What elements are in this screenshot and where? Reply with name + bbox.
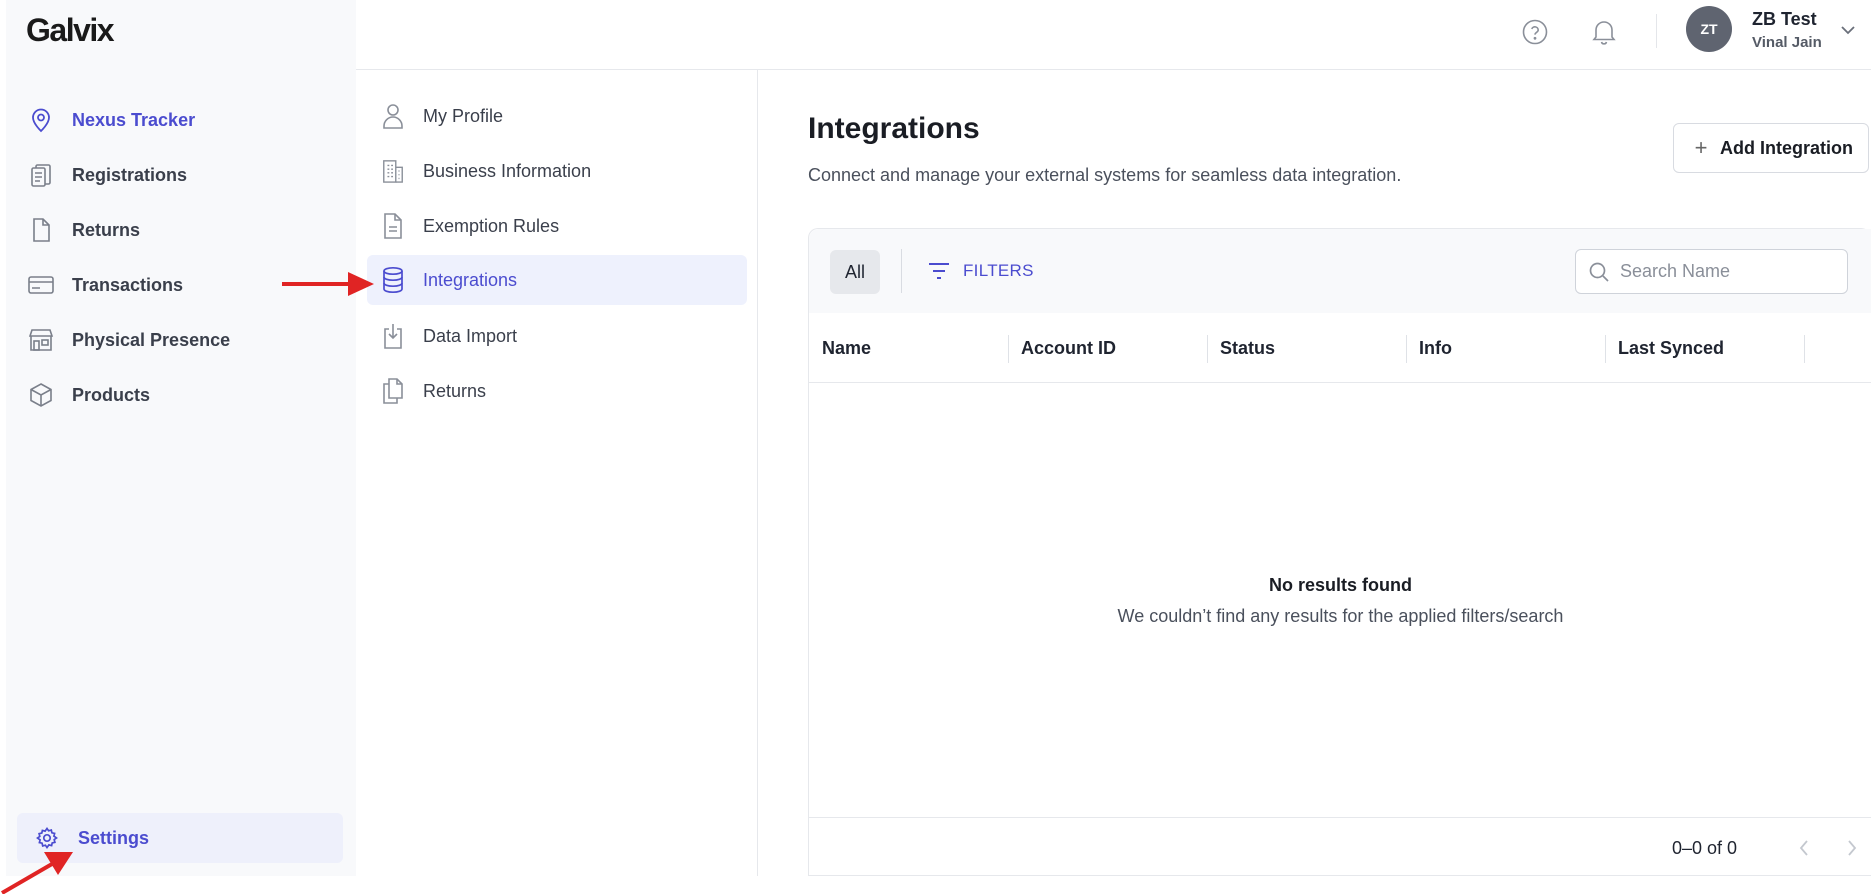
search-input[interactable] (1620, 261, 1820, 282)
building-icon (381, 157, 405, 185)
page-subtitle: Connect and manage your external systems… (808, 165, 1402, 185)
subnav-item-my-profile[interactable]: My Profile (367, 91, 747, 141)
search-box (1575, 249, 1848, 294)
filters-button[interactable]: FILTERS (927, 254, 1034, 288)
credit-card-icon (28, 272, 54, 298)
sidebar-item-label: Nexus Tracker (72, 109, 196, 130)
plus-icon: + (1694, 135, 1708, 160)
sidebar-item-registrations[interactable]: Registrations (28, 152, 340, 198)
sidebar-item-label: Products (72, 384, 151, 405)
subnav-item-label: Business Information (423, 160, 592, 181)
chevron-right-icon[interactable] (1839, 835, 1865, 861)
user-subtitle: Vinal Jain (1752, 34, 1822, 51)
sidebar-item-physical-presence[interactable]: Physical Presence (28, 317, 340, 363)
pagination-range: 0–0 of 0 (1672, 838, 1738, 858)
help-circle-icon[interactable] (1519, 16, 1551, 48)
sidebar-item-nexus-tracker[interactable]: Nexus Tracker (28, 97, 340, 143)
integrations-table-card: All FILTERS Name Account ID Status Info … (808, 228, 1871, 876)
subnav-item-label: Returns (423, 380, 487, 401)
sidebar-item-label: Physical Presence (72, 329, 231, 350)
column-header-account-id[interactable]: Account ID (1021, 313, 1116, 383)
import-icon (381, 322, 405, 350)
bell-icon[interactable] (1588, 16, 1620, 48)
column-header-last-synced[interactable]: Last Synced (1618, 313, 1724, 383)
sidebar: Galvix Nexus Tracker Registrations Retur… (6, 0, 356, 876)
empty-state-subtitle: We couldn’t find any results for the app… (1117, 606, 1564, 626)
column-header-status[interactable]: Status (1220, 313, 1275, 383)
copy-icon (381, 377, 405, 405)
search-icon (1588, 261, 1610, 283)
document-icon (381, 212, 405, 240)
sidebar-item-label: Registrations (72, 164, 188, 185)
top-header: ZT ZB Test Vinal Jain (356, 0, 1871, 70)
table-header: Name Account ID Status Info Last Synced (809, 313, 1871, 383)
subnav-item-business-information[interactable]: Business Information (367, 146, 747, 196)
header-divider (1656, 14, 1657, 48)
user-icon (381, 102, 405, 130)
column-separator (1605, 335, 1606, 363)
box-icon (28, 382, 54, 408)
location-pin-icon (28, 107, 54, 133)
subnav-item-label: Integrations (423, 269, 518, 290)
avatar[interactable]: ZT (1686, 6, 1732, 52)
user-name[interactable]: ZB Test (1752, 9, 1817, 30)
toolbar-divider (901, 249, 902, 293)
file-icon (28, 217, 54, 243)
column-separator (1008, 335, 1009, 363)
subnav-item-exemption-rules[interactable]: Exemption Rules (367, 201, 747, 251)
page-title: Integrations (808, 112, 980, 145)
chevron-left-icon[interactable] (1791, 835, 1817, 861)
sidebar-item-settings[interactable]: Settings (17, 813, 343, 863)
sidebar-settings-label: Settings (78, 827, 150, 848)
sidebar-item-label: Transactions (72, 274, 184, 295)
chevron-down-icon[interactable] (1836, 18, 1860, 42)
storefront-icon (28, 327, 54, 353)
sidebar-item-returns[interactable]: Returns (28, 207, 340, 253)
sidebar-item-label: Returns (72, 219, 141, 240)
subnav-item-data-import[interactable]: Data Import (367, 311, 747, 361)
clipboard-icon (28, 162, 54, 188)
subnav-item-label: My Profile (423, 105, 504, 126)
subnav-item-label: Exemption Rules (423, 215, 560, 236)
empty-state-title: No results found (1269, 575, 1412, 595)
gear-icon (34, 825, 60, 851)
column-header-info[interactable]: Info (1419, 313, 1452, 383)
sidebar-item-transactions[interactable]: Transactions (28, 262, 340, 308)
filter-icon (927, 261, 951, 281)
settings-subnav: My Profile Business Information Exemptio… (356, 70, 758, 876)
column-separator (1406, 335, 1407, 363)
add-integration-label: Add Integration (1720, 137, 1853, 158)
subnav-item-integrations[interactable]: Integrations (367, 255, 747, 305)
column-separator (1207, 335, 1208, 363)
add-integration-button[interactable]: + Add Integration (1673, 123, 1869, 173)
database-icon (381, 266, 405, 294)
subnav-item-returns[interactable]: Returns (367, 366, 747, 416)
column-header-name[interactable]: Name (822, 313, 871, 383)
table-footer: 0–0 of 0 (809, 817, 1871, 877)
galvix-logo[interactable]: Galvix (26, 12, 115, 49)
column-separator (1804, 335, 1805, 363)
filter-chip-all[interactable]: All (830, 250, 880, 294)
subnav-item-label: Data Import (423, 325, 518, 346)
table-toolbar: All FILTERS (809, 229, 1871, 313)
filters-label: FILTERS (963, 261, 1034, 280)
sidebar-item-products[interactable]: Products (28, 372, 340, 418)
